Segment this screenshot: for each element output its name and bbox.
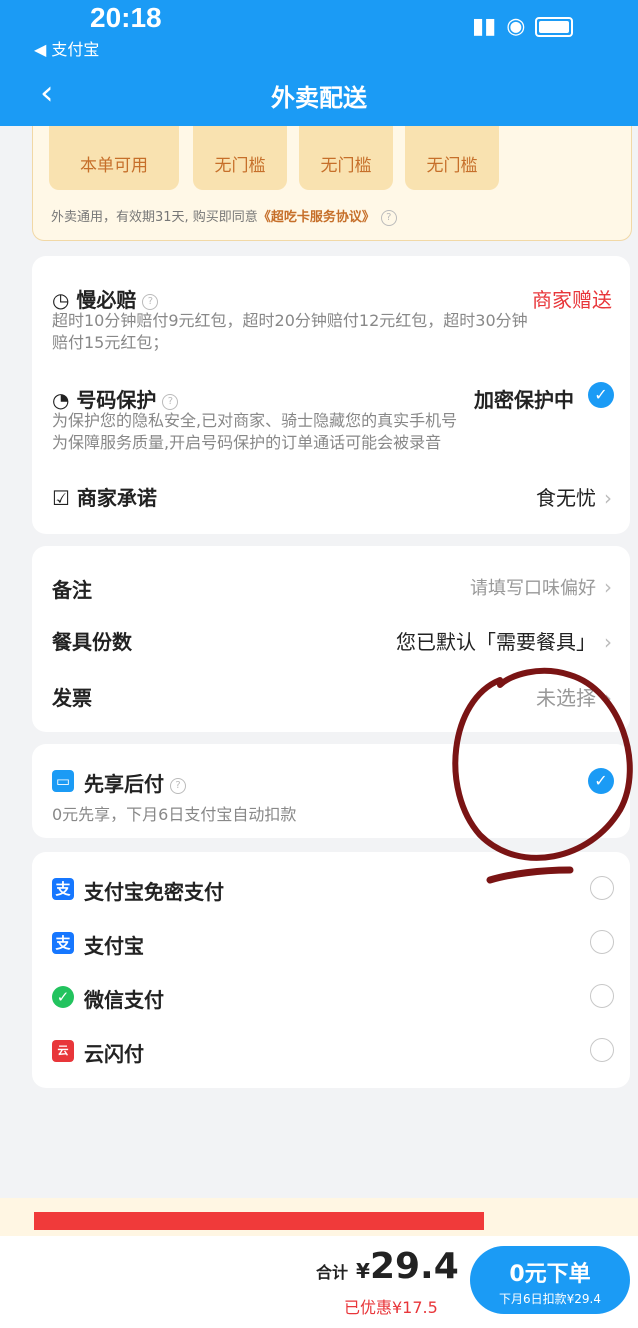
total-value: 29.4 xyxy=(369,1246,459,1287)
number-protection-title: ◔ 号码保护? xyxy=(52,384,179,413)
annotation-circle xyxy=(452,667,633,884)
battery-icon xyxy=(535,16,574,37)
coupon-label: 无门槛 xyxy=(320,156,372,176)
status-time: 20:18 xyxy=(90,2,162,33)
coupon-item[interactable]: 无门槛 xyxy=(299,126,393,190)
phone-desc-line2: 为保障服务质量,开启号码保护的订单通话可能会被录音 xyxy=(52,433,442,452)
signal-icon: ▮▮ xyxy=(472,14,497,39)
redaction-bar xyxy=(34,1212,484,1230)
pay-later-desc: 0元先享，下月6日支付宝自动扣款 xyxy=(52,805,297,824)
coupon-label: 无门槛 xyxy=(426,156,478,176)
header-bar: 20:18 ◀ 支付宝 ▮▮ ◉ ‹ 外卖配送 xyxy=(0,0,638,126)
chevron-right-icon: › xyxy=(604,630,612,654)
unionpay-icon: 云 xyxy=(52,1040,74,1062)
coupon-item[interactable]: 无门槛 xyxy=(193,126,287,190)
status-icons: ▮▮ ◉ xyxy=(472,14,574,39)
payment-label: 支付宝 xyxy=(84,934,144,958)
coupon-label: 本单可用 xyxy=(80,156,148,176)
submit-label: 0元下单 xyxy=(509,1262,591,1287)
slow-compensation-title: ◷ 慢必赔? xyxy=(52,284,159,313)
clock-icon: ◷ xyxy=(52,288,70,312)
bottom-bar: 合计 ¥ 29.4 已优惠¥17.5 0元下单 下月6日扣款¥29.4 xyxy=(0,1236,638,1328)
services-card: ◷ 慢必赔? 商家赠送 超时10分钟赔付9元红包，超时20分钟赔付12元红包，超… xyxy=(32,256,630,534)
phone-title-text: 号码保护 xyxy=(76,388,157,412)
remark-value: 请填写口味偏好 xyxy=(470,578,596,599)
back-to-app-link[interactable]: ◀ 支付宝 xyxy=(34,36,99,60)
wallet-icon: ▭ xyxy=(52,770,74,792)
pay-later-title-text: 先享后付 xyxy=(84,772,164,796)
total-label: 合计 xyxy=(316,1263,349,1282)
radio-button[interactable] xyxy=(590,984,614,1008)
payment-label: 支付宝免密支付 xyxy=(84,880,224,904)
coupon-note: 外卖通用，有效期31天, 购买即同意《超吃卡服务协议》? xyxy=(51,206,397,226)
promise-value-text: 食无忧 xyxy=(536,486,596,510)
help-icon[interactable]: ? xyxy=(170,777,186,794)
shield-icon: ◔ xyxy=(52,388,70,412)
checkmark-icon[interactable]: ✓ xyxy=(588,382,614,408)
pay-later-title: 先享后付? xyxy=(84,768,186,797)
page-title: 外卖配送 xyxy=(271,84,367,112)
total-price: 合计 ¥ 29.4 xyxy=(316,1246,459,1287)
payment-label: 微信支付 xyxy=(84,988,164,1012)
merchant-gift-tag: 商家赠送 xyxy=(532,288,612,312)
wechat-pay-icon: ✓ xyxy=(52,986,74,1008)
tableware-label: 餐具份数 xyxy=(52,630,132,654)
phone-desc-line1: 为保护您的隐私安全,已对商家、骑士隐藏您的真实手机号 xyxy=(52,411,458,430)
radio-button[interactable] xyxy=(590,1038,614,1062)
check-circle-icon: ☑ xyxy=(52,486,70,510)
tableware-row[interactable]: 您已默认「需要餐具」 › xyxy=(396,626,612,655)
wifi-icon: ◉ xyxy=(506,14,526,39)
coupon-note-text: 外卖通用，有效期31天, 购买即同意 xyxy=(51,210,258,225)
payment-label: 云闪付 xyxy=(84,1042,144,1066)
radio-button[interactable] xyxy=(590,930,614,954)
merchant-promise-title[interactable]: ☑ 商家承诺 xyxy=(52,482,157,511)
chevron-right-icon: › xyxy=(604,486,612,510)
alipay-icon: 支 xyxy=(52,878,74,900)
agreement-link[interactable]: 《超吃卡服务协议》 xyxy=(258,210,375,225)
submit-order-button[interactable]: 0元下单 下月6日扣款¥29.4 xyxy=(470,1246,630,1314)
alipay-icon: 支 xyxy=(52,932,74,954)
help-icon[interactable]: ? xyxy=(142,293,159,310)
coupon-card: 本单可用 无门槛 无门槛 无门槛 外卖通用，有效期31天, 购买即同意《超吃卡服… xyxy=(32,126,632,241)
coupon-label: 无门槛 xyxy=(214,156,266,176)
slow-title-text: 慢必赔 xyxy=(76,288,137,312)
discount-text: 已优惠¥17.5 xyxy=(344,1298,438,1317)
tableware-value: 您已默认「需要餐具」 xyxy=(396,630,596,654)
encryption-status: 加密保护中 xyxy=(474,388,574,412)
help-icon[interactable]: ? xyxy=(162,393,179,410)
remark-row[interactable]: 请填写口味偏好 › xyxy=(470,574,612,600)
coupon-item[interactable]: 本单可用 xyxy=(49,126,179,190)
remark-label: 备注 xyxy=(52,578,92,602)
merchant-promise-value[interactable]: 食无忧 › xyxy=(536,482,612,511)
slow-desc-line2: 赔付15元红包； xyxy=(52,333,169,352)
help-icon[interactable]: ? xyxy=(380,209,397,226)
promise-title-text: 商家承诺 xyxy=(76,486,157,510)
chevron-right-icon: › xyxy=(604,575,612,599)
submit-sub: 下月6日扣款¥29.4 xyxy=(499,1292,601,1306)
slow-desc-line1: 超时10分钟赔付9元红包，超时20分钟赔付12元红包，超时30分钟 xyxy=(52,311,528,330)
invoice-label: 发票 xyxy=(52,686,92,710)
coupon-item[interactable]: 无门槛 xyxy=(405,126,499,190)
currency-symbol: ¥ xyxy=(356,1259,370,1283)
